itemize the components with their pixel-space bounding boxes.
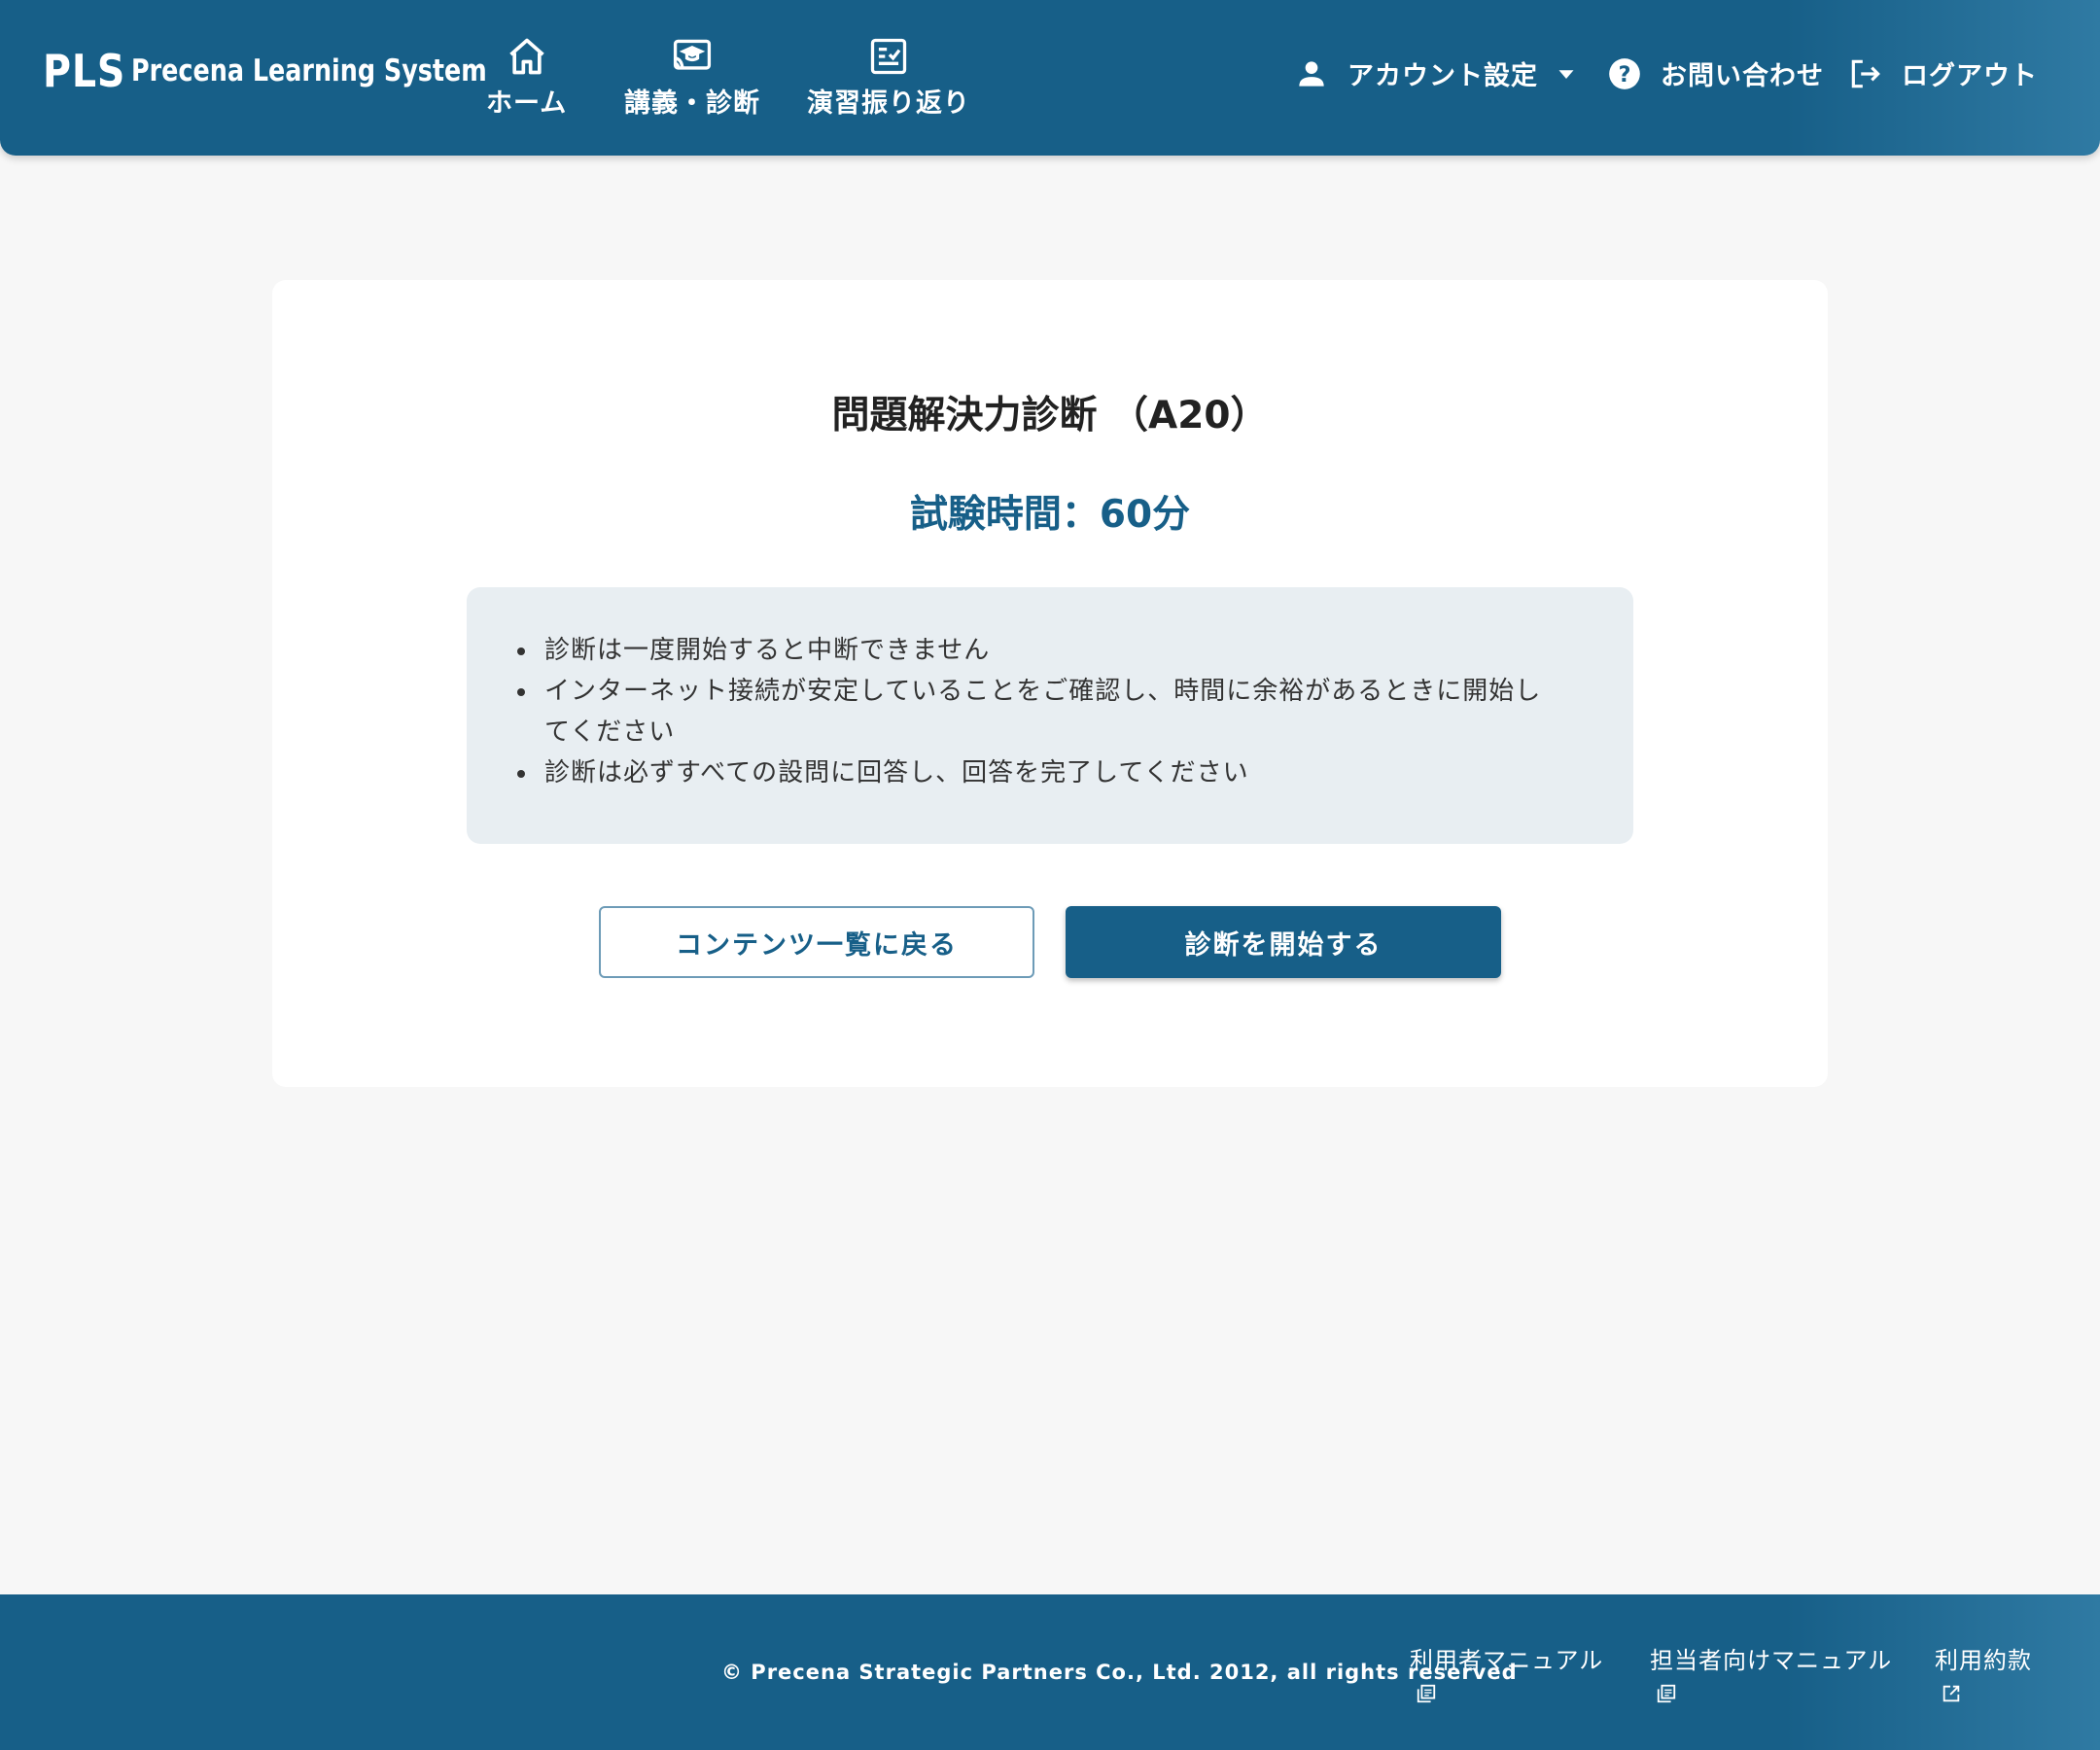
caret-down-icon [1558, 69, 1574, 79]
exam-title: 問題解決力診断 （A20） [831, 394, 1269, 438]
lecture-screen-icon [673, 39, 712, 70]
footer: © Precena Strategic Partners Co., Ltd. 2… [0, 1594, 2100, 1750]
contact-label: お問い合わせ [1661, 61, 1824, 91]
nav-practice-review-label: 演習振り返り [807, 88, 970, 119]
back-to-contents-button[interactable]: コンテンツ一覧に戻る [599, 906, 1034, 978]
help-circle-icon: ? [1609, 57, 1640, 89]
svg-text:?: ? [1619, 61, 1631, 87]
nav-home[interactable]: ホーム [486, 35, 567, 120]
brand-name: Precena Learning System [131, 53, 487, 88]
notice-box: 診断は一度開始すると中断できません インターネット接続が安定していることをご確認… [467, 587, 1633, 844]
notice-list: 診断は一度開始すると中断できません インターネット接続が安定していることをご確認… [517, 630, 1585, 793]
notice-item: インターネット接続が安定していることをご確認し、時間に余裕があるときに開始し てく… [517, 671, 1585, 752]
start-diagnosis-button[interactable]: 診断を開始する [1066, 906, 1501, 978]
pdf-document-icon [1657, 1684, 1676, 1703]
notice-item: 診断は一度開始すると中断できません [517, 630, 1585, 671]
copyright: © Precena Strategic Partners Co., Ltd. 2… [721, 1661, 1518, 1684]
top-navbar: PLS Precena Learning System ホーム 講義・診断 演習… [0, 0, 2100, 156]
checklist-icon [870, 38, 907, 75]
terms-link[interactable]: 利用約款 [1935, 1641, 2032, 1704]
user-manual-link[interactable]: 利用者マニュアル [1410, 1641, 1603, 1704]
nav-practice-review[interactable]: 演習振り返り [807, 35, 970, 120]
user-icon [1299, 60, 1324, 87]
account-settings-label: アカウント設定 [1348, 61, 1538, 91]
user-manual-label: 利用者マニュアル [1410, 1647, 1604, 1674]
admin-manual-link[interactable]: 担当者向けマニュアル [1650, 1641, 1892, 1704]
nav-lectures[interactable]: 講義・診断 [624, 35, 760, 120]
pdf-document-icon [1417, 1684, 1436, 1703]
nav-lectures-label: 講義・診断 [624, 88, 760, 119]
notice-item: 診断は必ずすべての設問に回答し、回答を完了してください [517, 752, 1585, 793]
logout-icon [1851, 59, 1880, 88]
account-settings-menu[interactable]: アカウント設定 [1293, 54, 1581, 92]
brand-mark: PLS [43, 45, 126, 97]
admin-manual-label: 担当者向けマニュアル [1650, 1647, 1893, 1674]
contact-link[interactable]: ? お問い合わせ [1606, 54, 1824, 92]
logout-link[interactable]: ログアウト [1847, 54, 2038, 92]
exam-time: 試験時間：60分 [909, 493, 1191, 537]
external-link-icon [1942, 1685, 1960, 1702]
notice-item-line: インターネット接続が安定していることをご確認し、時間に余裕があるときに開始し [544, 677, 1542, 706]
nav-home-label: ホーム [486, 88, 568, 119]
logout-label: ログアウト [1902, 61, 2038, 91]
home-icon [508, 38, 544, 75]
terms-label: 利用約款 [1935, 1647, 2032, 1674]
notice-item-line: てください [544, 718, 676, 747]
exam-start-card: 問題解決力診断 （A20） 試験時間：60分 診断は一度開始すると中断できません… [272, 280, 1828, 1087]
